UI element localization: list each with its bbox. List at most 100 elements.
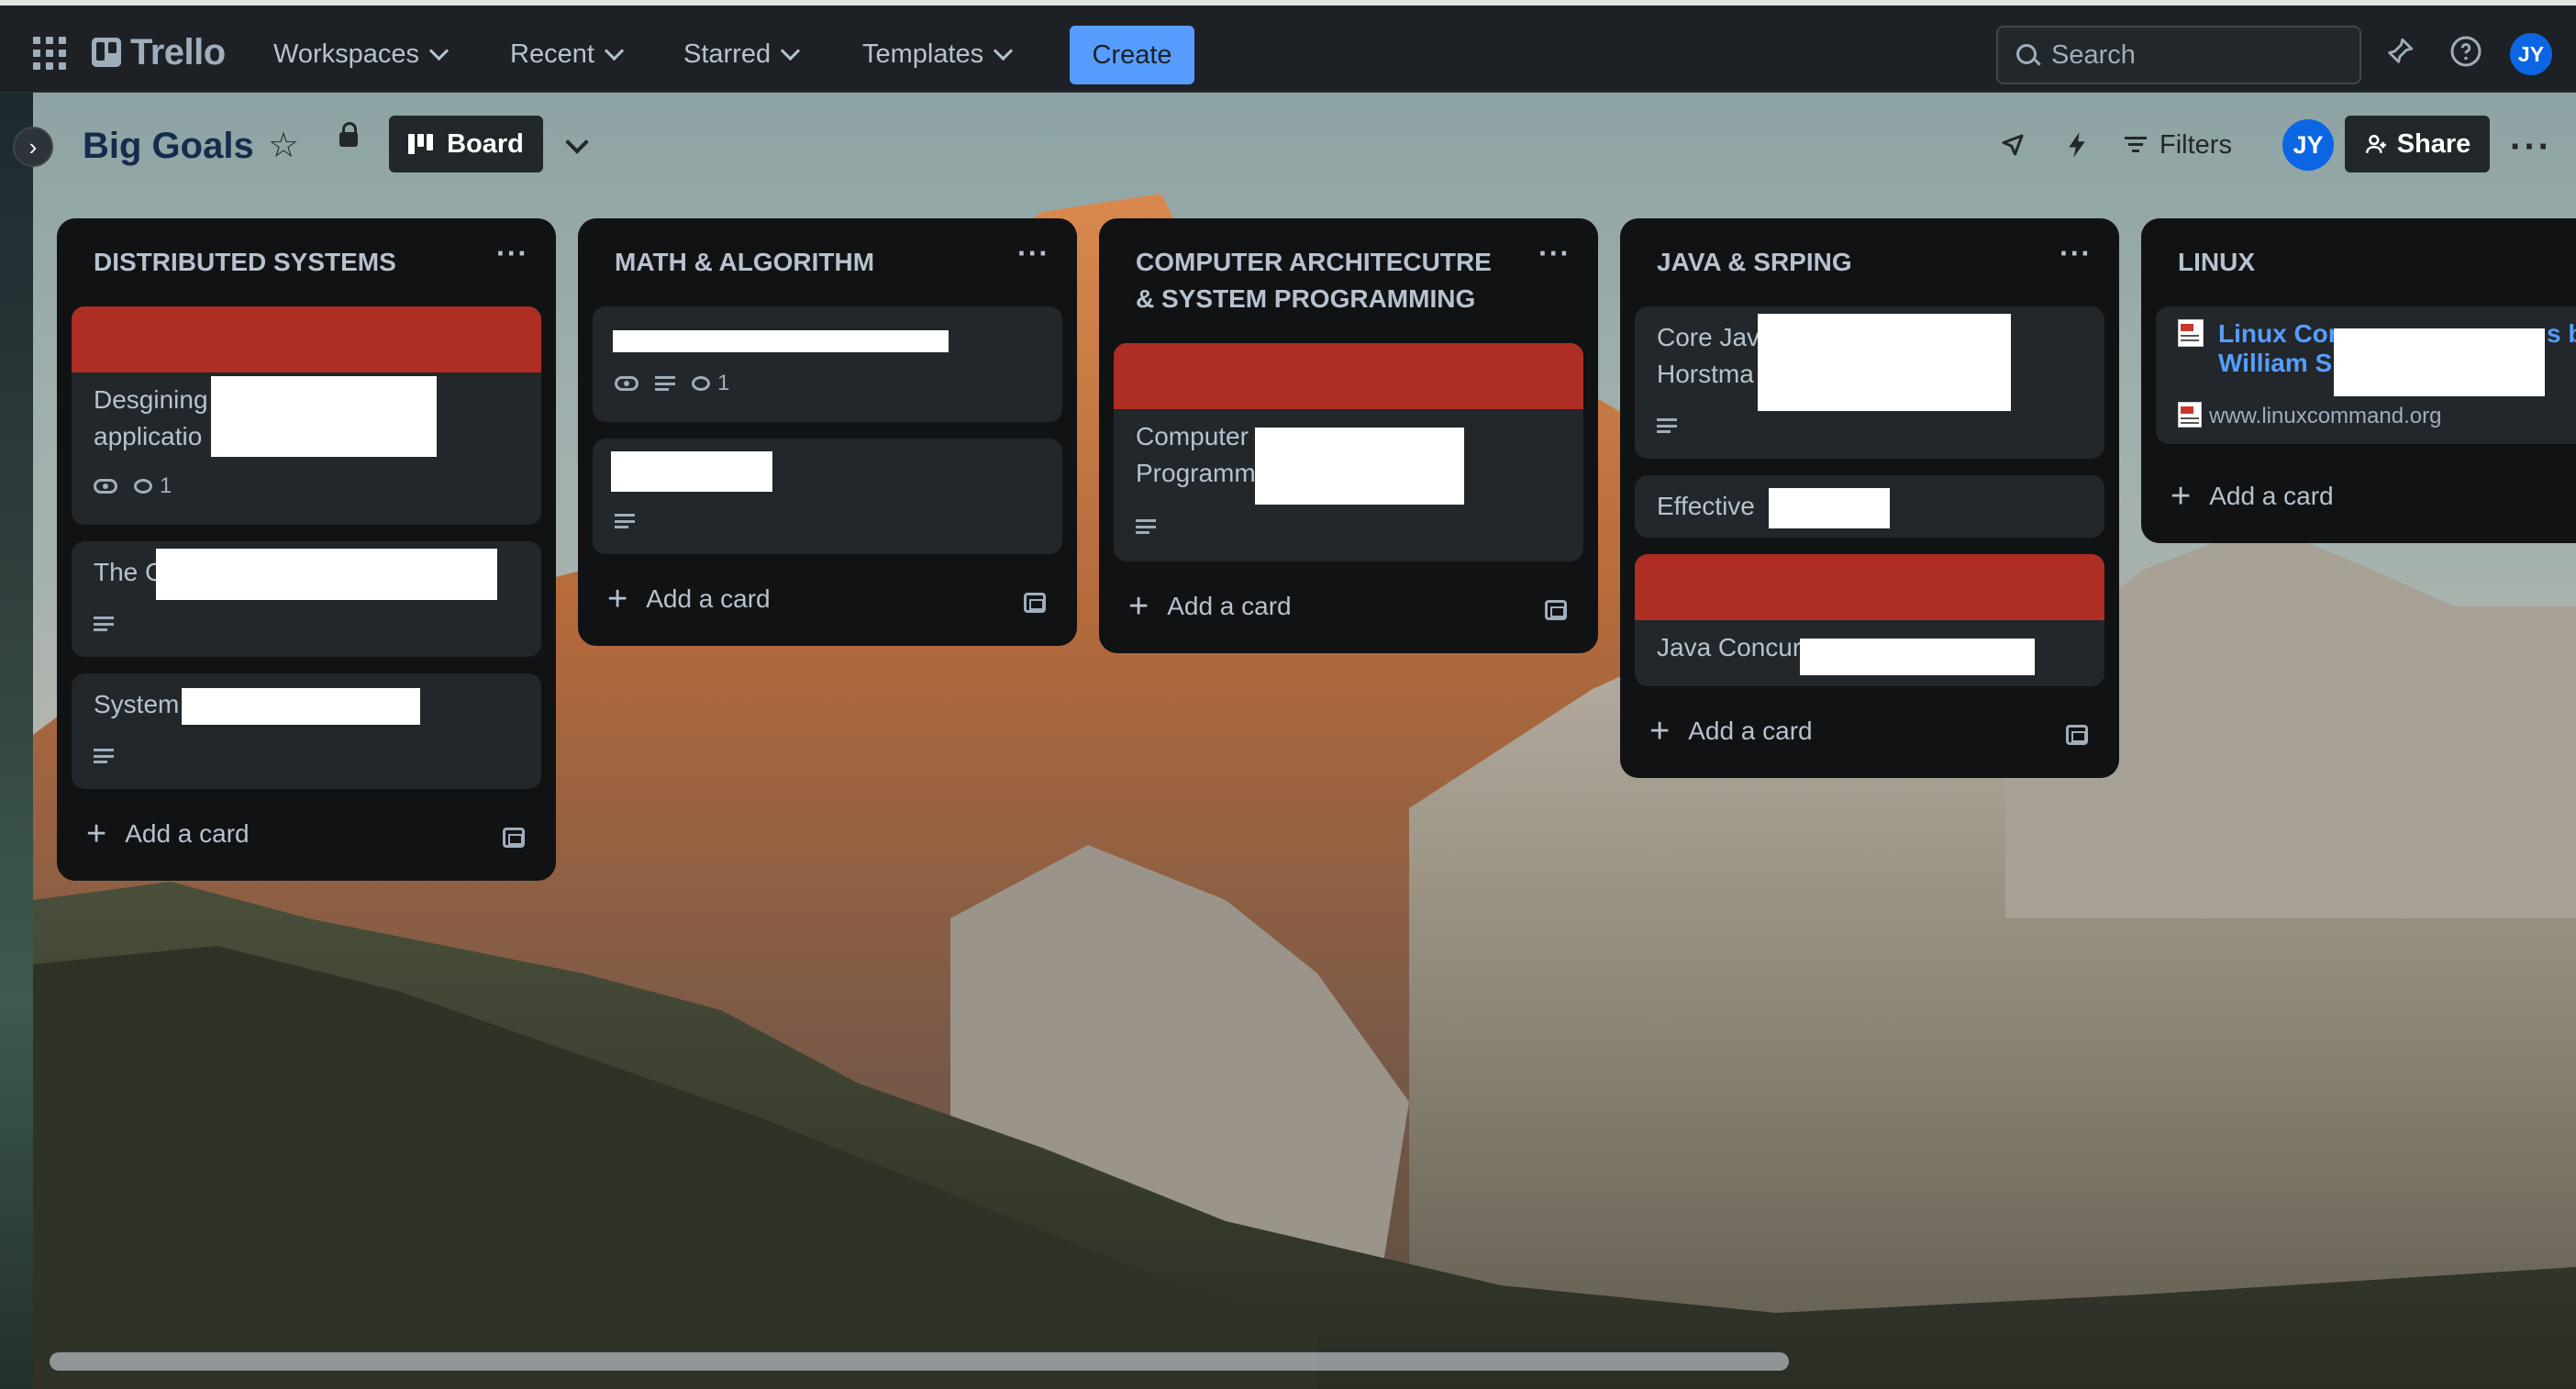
- card[interactable]: The C: [72, 541, 541, 657]
- card[interactable]: [593, 439, 1062, 554]
- add-card-label: Add a card: [1167, 592, 1292, 620]
- list-title[interactable]: LINUX: [2178, 244, 2255, 281]
- redacted-text: [1800, 639, 2035, 675]
- chevron-right-icon: ›: [28, 132, 38, 161]
- redacted-text: [182, 688, 420, 725]
- filters-label: Filters: [2160, 129, 2232, 160]
- list-computer-architecture: COMPUTER ARCHITECUTRE & SYSTEM PROGRAMMI…: [1099, 218, 1598, 653]
- chevron-down-icon: [994, 40, 1014, 61]
- add-card-label: Add a card: [646, 584, 771, 613]
- redacted-text: [613, 330, 949, 352]
- card-template-icon[interactable]: [503, 828, 525, 848]
- comment-count: 1: [717, 371, 730, 395]
- card[interactable]: Effective: [1635, 475, 2104, 538]
- favicon-icon: [2178, 319, 2204, 347]
- window-edge: [0, 93, 33, 1389]
- notifications-icon[interactable]: [2382, 33, 2418, 70]
- help-icon[interactable]: [2448, 33, 2484, 70]
- plus-icon: +: [607, 580, 628, 618]
- share-button[interactable]: Share: [2345, 116, 2490, 172]
- user-avatar[interactable]: JY: [2510, 33, 2552, 75]
- card[interactable]: Core Jav Horstma: [1635, 306, 2104, 459]
- card-badges: 1: [615, 371, 729, 396]
- trello-logo[interactable]: Trello: [92, 29, 226, 75]
- workspaces-menu[interactable]: Workspaces: [273, 31, 450, 77]
- description-icon: [94, 617, 114, 631]
- link-card-title[interactable]: Linux Cor William S: [2218, 319, 2338, 378]
- card[interactable]: Computer Programm: [1114, 343, 1583, 561]
- plus-icon: +: [86, 815, 107, 853]
- card[interactable]: System: [72, 673, 541, 789]
- add-card-button[interactable]: + Add a card: [2171, 479, 2334, 514]
- redacted-text: [611, 451, 772, 492]
- card-badges: [1136, 519, 1156, 534]
- link-card[interactable]: Linux Cor William S s b www.linuxcommand…: [2156, 306, 2576, 444]
- card-template-icon[interactable]: [1024, 593, 1046, 613]
- description-icon: [615, 514, 635, 528]
- link-card-title-tail: s b: [2547, 319, 2576, 348]
- board-view-button[interactable]: Board: [389, 116, 543, 172]
- add-card-button[interactable]: + Add a card: [86, 817, 250, 851]
- app-switcher-icon[interactable]: [33, 37, 66, 70]
- comment-badge: 1: [692, 371, 729, 396]
- comment-icon: [692, 376, 710, 391]
- sidebar-expand-button[interactable]: ›: [13, 127, 53, 167]
- share-label: Share: [2396, 128, 2471, 159]
- card[interactable]: 1: [593, 306, 1062, 422]
- board-member-avatar[interactable]: JY: [2282, 119, 2334, 171]
- card-title: Core Jav Horstma: [1657, 323, 1760, 388]
- add-card-button[interactable]: + Add a card: [607, 582, 771, 617]
- list-math-algorithm: MATH & ALGORITHM ··· 1 + Add a card: [578, 218, 1077, 646]
- card-badges: [615, 514, 635, 528]
- templates-menu[interactable]: Templates: [862, 31, 1014, 77]
- search-input[interactable]: Search: [1996, 26, 2361, 84]
- horizontal-scrollbar[interactable]: [50, 1352, 1789, 1371]
- card-title: Java Concur: [1657, 633, 1802, 661]
- list-title[interactable]: MATH & ALGORITHM: [615, 244, 874, 281]
- add-card-button[interactable]: + Add a card: [1128, 589, 1292, 624]
- board-view-label: Board: [447, 128, 524, 159]
- list-linux: LINUX Linux Cor William S s b www.linuxc…: [2141, 218, 2576, 543]
- card-cover: [1114, 343, 1583, 409]
- list-menu-icon[interactable]: ···: [1538, 237, 1571, 271]
- list-distributed-systems: DISTRIBUTED SYSTEMS ··· Desgining applic…: [57, 218, 556, 881]
- recent-menu[interactable]: Recent: [510, 31, 624, 77]
- list-menu-icon[interactable]: ···: [496, 237, 528, 271]
- top-navigation-bar: Trello Workspaces Recent Starred Templat…: [0, 0, 2576, 93]
- list-title[interactable]: JAVA & SRPING: [1657, 244, 1852, 281]
- list-menu-icon[interactable]: ···: [2060, 237, 2092, 271]
- search-icon: [2016, 44, 2037, 64]
- star-icon[interactable]: ☆: [268, 125, 299, 166]
- share-user-icon: [2365, 135, 2386, 153]
- card[interactable]: Java Concur: [1635, 554, 2104, 686]
- starred-menu[interactable]: Starred: [683, 31, 801, 77]
- add-card-label: Add a card: [1688, 717, 1813, 745]
- add-card-button[interactable]: + Add a card: [1649, 714, 1813, 749]
- power-ups-icon[interactable]: [1994, 127, 2031, 163]
- card-template-icon[interactable]: [2066, 725, 2088, 745]
- list-title[interactable]: DISTRIBUTED SYSTEMS: [94, 244, 396, 281]
- redacted-text: [2334, 328, 2545, 396]
- list-title[interactable]: COMPUTER ARCHITECUTRE & SYSTEM PROGRAMMI…: [1136, 244, 1492, 317]
- automation-icon[interactable]: [2059, 127, 2095, 163]
- board-title[interactable]: Big Goals: [83, 123, 254, 169]
- description-icon: [1657, 418, 1677, 433]
- comment-count: 1: [160, 473, 172, 498]
- list-java-spring: JAVA & SRPING ··· Core Jav Horstma Effec…: [1620, 218, 2119, 778]
- board-menu-more-icon[interactable]: ···: [2510, 127, 2552, 168]
- list-menu-icon[interactable]: ···: [1017, 237, 1049, 271]
- templates-menu-label: Templates: [862, 39, 984, 69]
- link-url[interactable]: www.linuxcommand.org: [2209, 404, 2441, 429]
- card-template-icon[interactable]: [1545, 600, 1567, 620]
- chevron-down-icon: [781, 40, 801, 61]
- card-badges: [94, 749, 114, 763]
- filters-button[interactable]: Filters: [2125, 123, 2232, 167]
- add-card-label: Add a card: [125, 819, 250, 848]
- trello-logo-icon: [92, 38, 121, 67]
- board-view-icon: [408, 134, 434, 154]
- card[interactable]: Desgining applicatio 1: [72, 306, 541, 525]
- workspaces-menu-label: Workspaces: [273, 39, 420, 69]
- lock-icon[interactable]: [339, 122, 358, 147]
- plus-icon: +: [1649, 712, 1671, 750]
- create-button[interactable]: Create: [1070, 26, 1194, 84]
